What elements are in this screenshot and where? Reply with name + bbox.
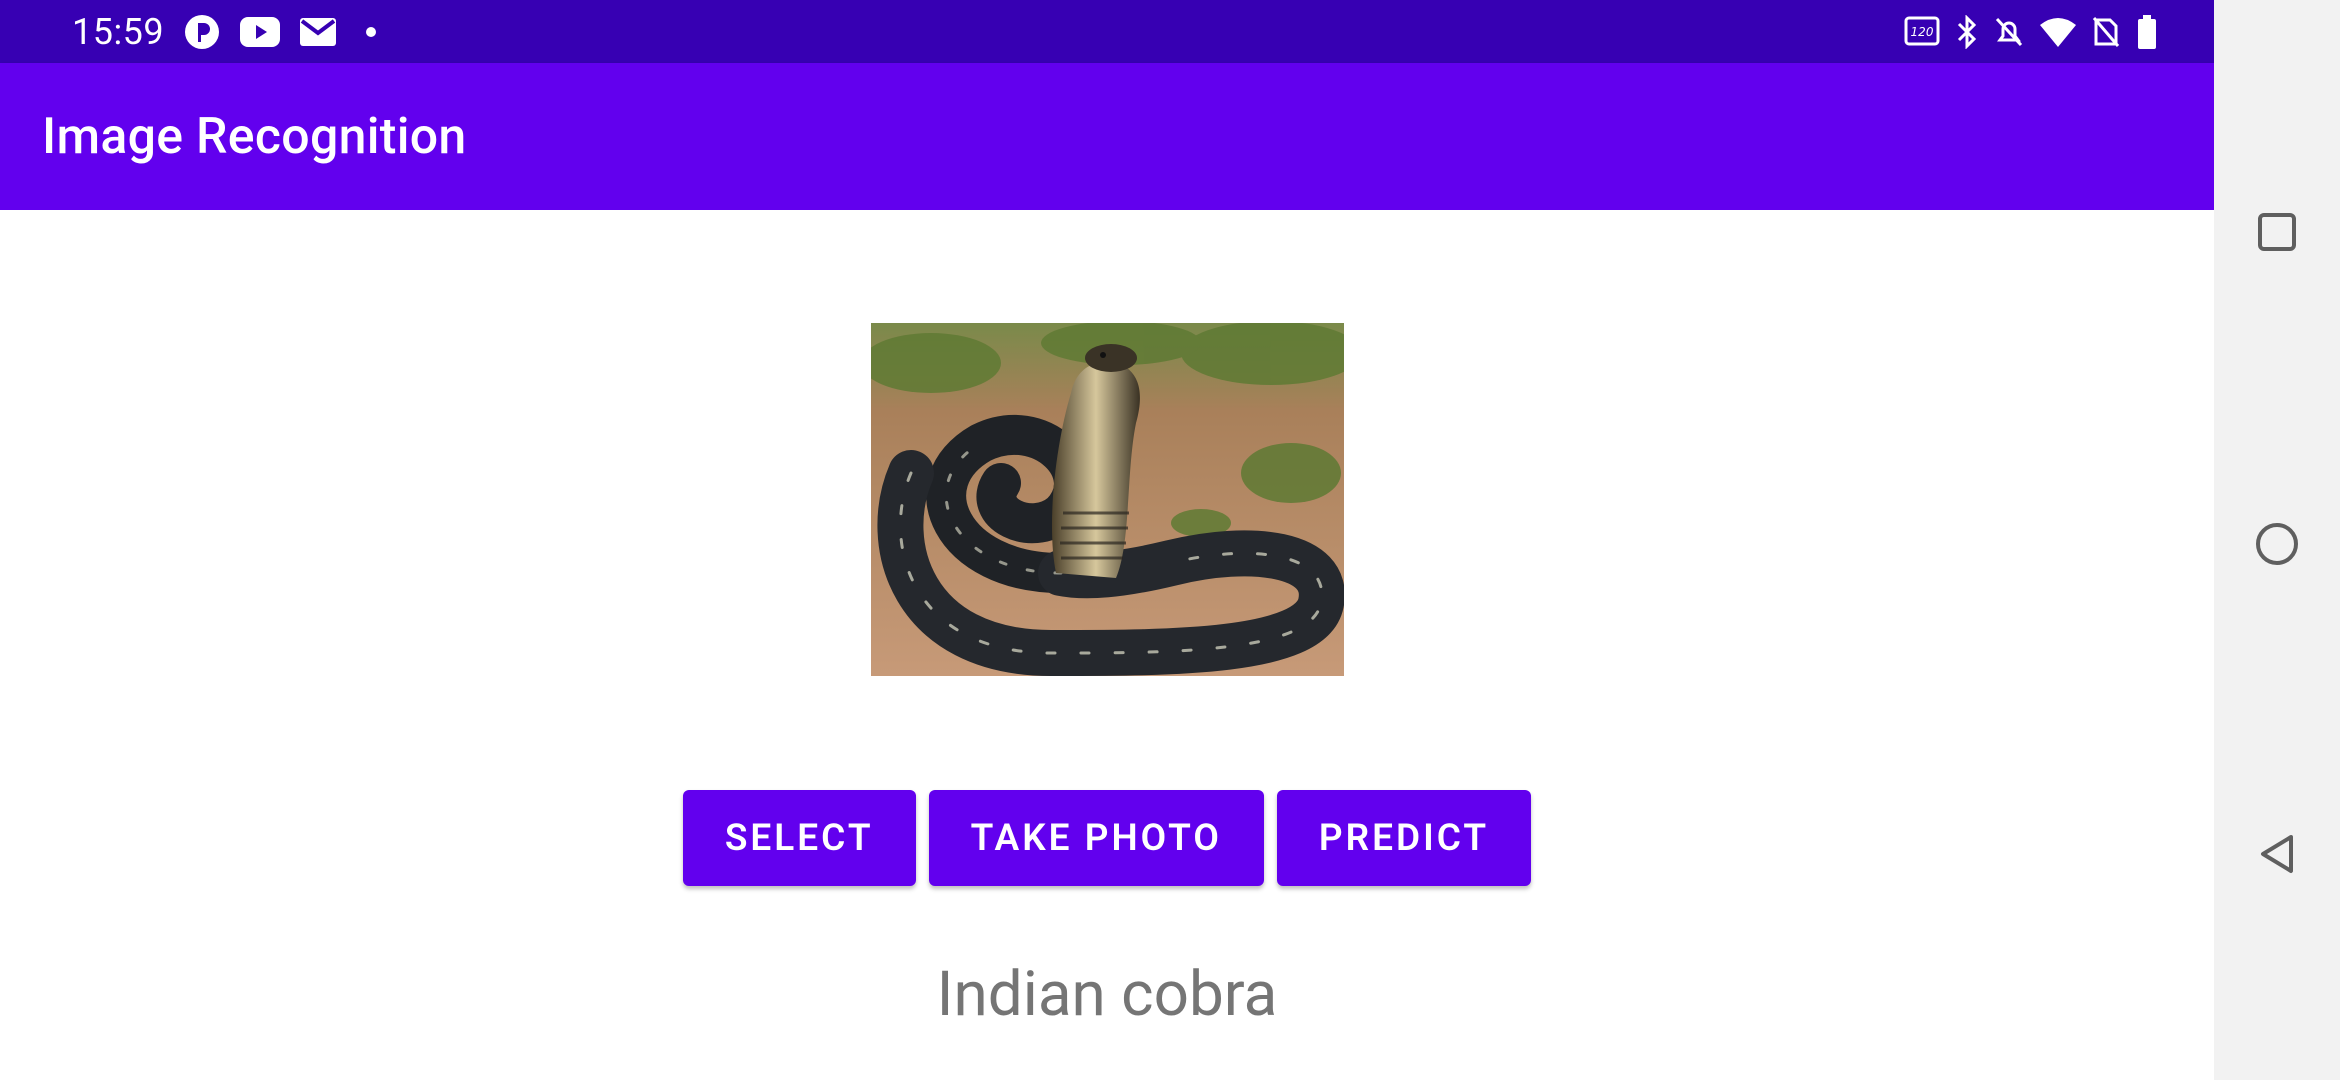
prediction-result: Indian cobra — [936, 958, 1278, 1031]
status-right: 120 — [1904, 0, 2158, 63]
navigation-bar — [2214, 0, 2340, 1080]
app-title: Image Recognition — [42, 107, 467, 166]
select-button[interactable]: SELECT — [682, 790, 916, 886]
app-bar: Image Recognition — [0, 63, 2214, 210]
home-circle-icon — [2256, 523, 2298, 565]
wifi-icon — [2040, 17, 2076, 47]
status-left: 15:59 — [72, 11, 386, 53]
notifications-off-icon — [1994, 16, 2024, 48]
perplexity-icon — [184, 14, 220, 50]
bluetooth-icon — [1956, 14, 1978, 49]
youtube-icon — [240, 16, 281, 47]
refresh-rate-120hz-icon: 120 — [1904, 16, 1940, 48]
back-button[interactable] — [2214, 832, 2340, 876]
image-preview — [871, 323, 1344, 676]
status-bar: 15:59 120 — [0, 0, 2214, 63]
recents-square-icon — [2258, 213, 2296, 251]
back-triangle-icon — [2261, 835, 2293, 873]
battery-icon — [2136, 14, 2158, 49]
status-time: 15:59 — [72, 10, 165, 53]
take-photo-button[interactable]: TAKE PHOTO — [928, 790, 1264, 886]
predict-button[interactable]: PREDICT — [1276, 790, 1532, 886]
no-sim-icon — [2092, 16, 2120, 48]
cobra-snake-photo — [871, 323, 1344, 676]
recents-button[interactable] — [2214, 210, 2340, 254]
action-buttons: SELECT TAKE PHOTO PREDICT — [0, 790, 2214, 886]
gmail-icon — [300, 17, 337, 46]
main-content: SELECT TAKE PHOTO PREDICT Indian cobra — [0, 210, 2214, 1080]
svg-text:120: 120 — [1911, 25, 1934, 39]
notification-dot-icon — [356, 26, 386, 38]
home-button[interactable] — [2214, 520, 2340, 568]
